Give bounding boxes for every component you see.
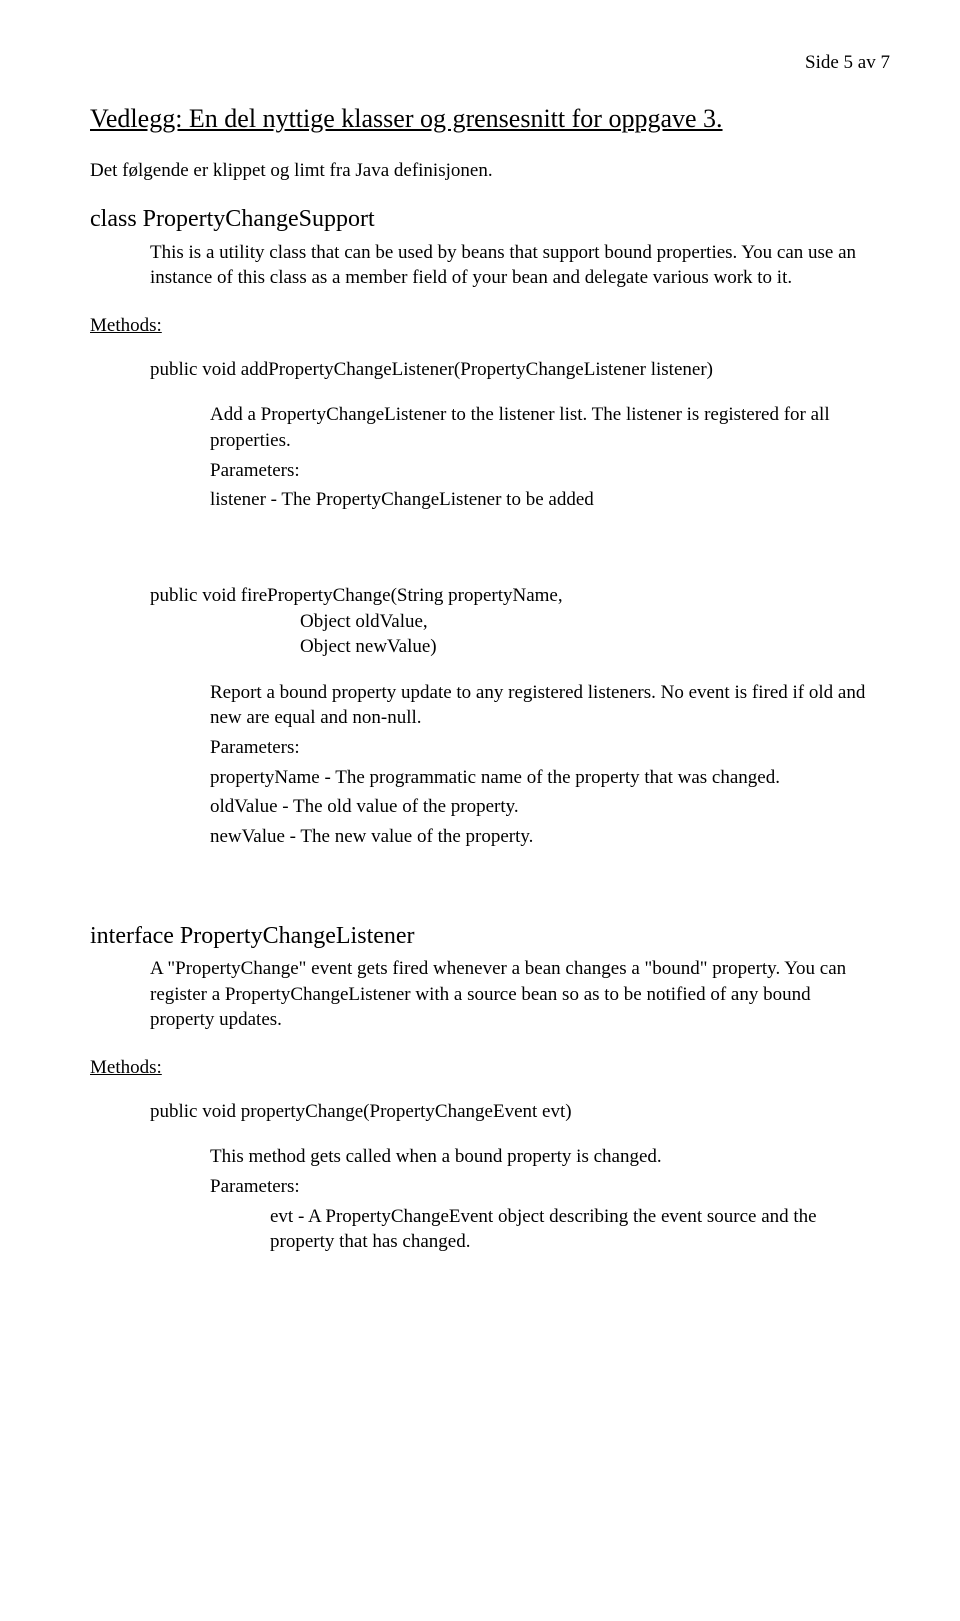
method-propertychange: public void propertyChange(PropertyChang… [150, 1099, 890, 1255]
interface-heading: interface PropertyChangeListener [90, 923, 415, 949]
method-signature: public void propertyChange(PropertyChang… [150, 1099, 890, 1125]
method-description: This method gets called when a bound pro… [210, 1144, 870, 1170]
sig-line: Object oldValue, [300, 609, 890, 635]
class-propertychangesupport: class PropertyChangeSupport This is a ut… [90, 203, 890, 291]
parameter-item: newValue - The new value of the property… [210, 824, 870, 850]
sig-line: Object newValue) [300, 634, 890, 660]
intro-text: Det følgende er klippet og limt fra Java… [90, 158, 890, 184]
class-heading: class PropertyChangeSupport [90, 206, 375, 232]
method-addpropertychangelistener: public void addPropertyChangeListener(Pr… [150, 357, 890, 513]
interface-propertychangelistener: interface PropertyChangeListener A "Prop… [90, 920, 890, 1033]
parameter-item: evt - A PropertyChangeEvent object descr… [270, 1204, 870, 1255]
sig-line: public void firePropertyChange(String pr… [150, 583, 890, 609]
parameters-label: Parameters: [210, 458, 870, 484]
page-number: Side 5 av 7 [90, 50, 890, 76]
method-description: Report a bound property update to any re… [210, 680, 870, 731]
interface-description: A "PropertyChange" event gets fired when… [150, 956, 870, 1033]
document-title: Vedlegg: En del nyttige klasser og grens… [90, 101, 890, 136]
method-firepropertychange: public void firePropertyChange(String pr… [150, 583, 890, 850]
parameters-label: Parameters: [210, 1174, 870, 1200]
parameter-item: oldValue - The old value of the property… [210, 794, 870, 820]
method-description: Add a PropertyChangeListener to the list… [210, 402, 870, 453]
parameters-label: Parameters: [210, 735, 870, 761]
methods-label: Methods: [90, 1055, 890, 1081]
methods-label: Methods: [90, 313, 890, 339]
method-signature: public void firePropertyChange(String pr… [150, 583, 890, 660]
parameter-item: listener - The PropertyChangeListener to… [210, 487, 870, 513]
parameter-item: propertyName - The programmatic name of … [210, 765, 870, 791]
class-description: This is a utility class that can be used… [150, 240, 870, 291]
method-signature: public void addPropertyChangeListener(Pr… [150, 357, 890, 383]
